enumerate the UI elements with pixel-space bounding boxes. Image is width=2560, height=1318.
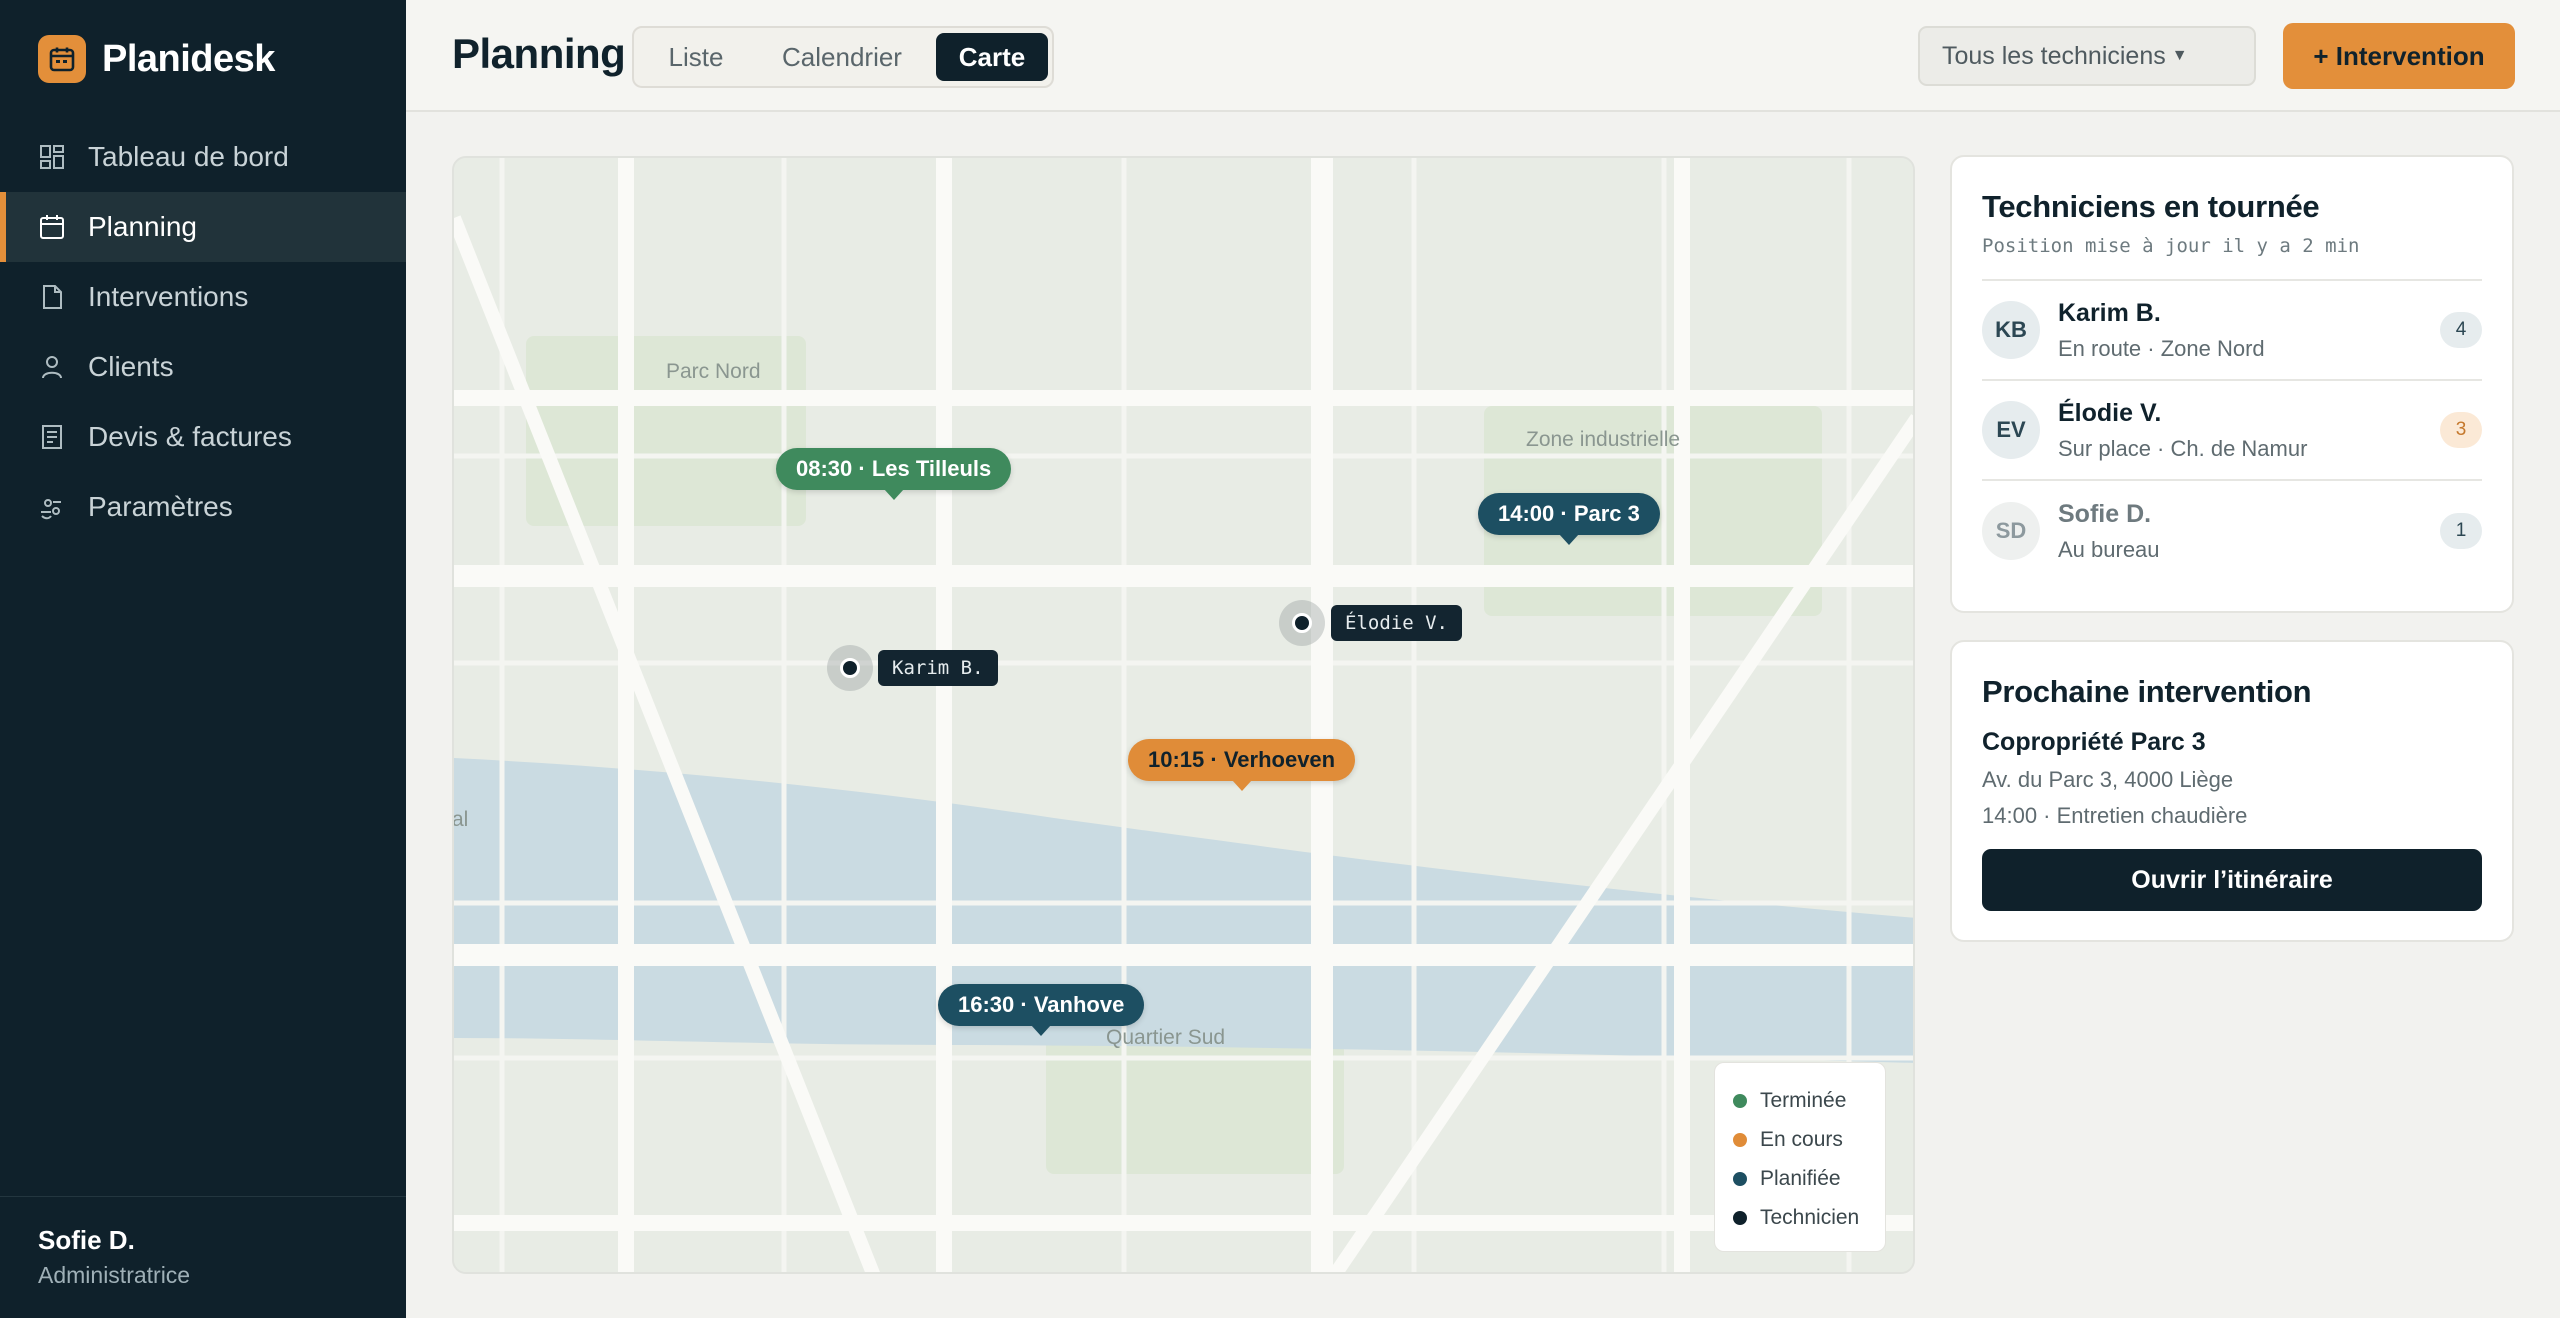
- technician-name: Karim B.: [2058, 298, 2161, 327]
- technician-list: KB Karim B. En route · Zone Nord 4 EV Él…: [1982, 279, 2482, 581]
- technicians-on-tour-card: Techniciens en tournée Position mise à j…: [1950, 155, 2514, 613]
- technician-row-sofie[interactable]: SD Sofie D. Au bureau 1: [1982, 481, 2482, 581]
- page-title: Planning: [452, 30, 626, 77]
- sidebar-item-clients[interactable]: Clients: [0, 332, 406, 402]
- legend-dot: [1733, 1171, 1747, 1186]
- sidebar-item-interventions[interactable]: Interventions: [0, 262, 406, 332]
- intervention-detail: 14:00 · Entretien chaudière: [1982, 803, 2248, 828]
- intervention-pin-vanhove[interactable]: 16:30 · Vanhove: [938, 984, 1145, 1036]
- sidebar-item-dashboard[interactable]: Tableau de bord: [0, 122, 406, 192]
- sidebar-nav: Tableau de bord Planning Interventions C…: [0, 122, 406, 542]
- intervention-count-badge: 3: [2440, 412, 2482, 448]
- technician-marker-karim[interactable]: [827, 645, 873, 691]
- technician-row-elodie[interactable]: EV Élodie V. Sur place · Ch. de Namur 3: [1982, 381, 2482, 481]
- sidebar-item-label: Interventions: [88, 281, 249, 312]
- legend-dot: [1733, 1093, 1747, 1108]
- client-name: Copropriété Parc 3: [1982, 728, 2206, 756]
- avatar: SD: [1982, 502, 2040, 560]
- technician-name: Sofie D.: [2058, 499, 2152, 528]
- intervention-count-badge: 4: [2440, 312, 2482, 348]
- sidebar-item-settings[interactable]: Paramètres: [0, 472, 406, 542]
- user-icon: [38, 353, 66, 381]
- technician-name: Élodie V.: [2058, 398, 2162, 427]
- technician-status: Au bureau: [2058, 536, 2160, 562]
- legend-dot: [1733, 1132, 1747, 1147]
- legend-label: Technicien: [1760, 1205, 1860, 1229]
- legend-label: Planifiée: [1760, 1166, 1841, 1190]
- map-view[interactable]: Parc Nord Zone industrielle Quartier Sud…: [452, 156, 1915, 1274]
- sidebar-item-label: Planning: [88, 211, 197, 242]
- area-label-canal-fragment: al: [452, 808, 469, 831]
- intervention-count-badge: 1: [2440, 513, 2482, 549]
- area-label-parc-nord: Parc Nord: [666, 360, 761, 383]
- legend-label: Terminée: [1760, 1088, 1847, 1112]
- technician-row-karim[interactable]: KB Karim B. En route · Zone Nord 4: [1982, 281, 2482, 381]
- area-label-quartier-sud: Quartier Sud: [1106, 1026, 1226, 1049]
- view-switcher: Liste Calendrier Carte: [632, 26, 1054, 88]
- technician-filter-value: Tous les techniciens: [1942, 41, 2166, 70]
- legend-item-completed: Terminée: [1733, 1081, 1867, 1120]
- avatar: EV: [1982, 401, 2040, 459]
- user-name: Sofie D.: [38, 1225, 135, 1255]
- app-name: Planidesk: [102, 37, 275, 80]
- brand[interactable]: Planidesk: [38, 35, 275, 83]
- legend-label: En cours: [1760, 1127, 1843, 1151]
- dashboard-icon: [38, 143, 66, 171]
- sidebar-item-label: Paramètres: [88, 491, 233, 522]
- intervention-pin-les-tilleuls[interactable]: 08:30 · Les Tilleuls: [776, 448, 1012, 500]
- client-address: Av. du Parc 3, 4000 Liège: [1982, 767, 2234, 792]
- card-title: Prochaine intervention: [1982, 674, 2312, 709]
- technician-dot-icon: [1292, 613, 1312, 633]
- intervention-pin-parc-3[interactable]: 14:00 · Parc 3: [1478, 493, 1660, 545]
- sidebar-item-planning[interactable]: Planning: [0, 192, 406, 262]
- calendar-logo-icon: [38, 35, 86, 83]
- open-route-button[interactable]: Ouvrir l’itinéraire: [1982, 849, 2482, 911]
- technician-dot-icon: [840, 658, 860, 678]
- add-intervention-button[interactable]: + Intervention: [2283, 23, 2515, 89]
- sidebar-item-label: Devis & factures: [88, 421, 292, 452]
- sidebar-item-label: Clients: [88, 351, 174, 382]
- legend-dot: [1733, 1210, 1747, 1225]
- legend-item-planned: Planifiée: [1733, 1159, 1867, 1198]
- view-map-tab[interactable]: Carte: [936, 33, 1048, 81]
- caret-down-icon: ▼: [2171, 47, 2188, 64]
- next-intervention-card: Prochaine intervention Copropriété Parc …: [1950, 640, 2514, 942]
- legend-item-in-progress: En cours: [1733, 1120, 1867, 1159]
- area-label-zone-industrielle: Zone industrielle: [1526, 428, 1681, 451]
- technician-tag-karim[interactable]: Karim B.: [878, 650, 998, 686]
- technician-tag-elodie[interactable]: Élodie V.: [1331, 605, 1462, 641]
- position-updated-text: Position mise à jour il y a 2 min: [1982, 235, 2360, 257]
- sidebar: Planidesk Tableau de bord Planning Inter…: [0, 0, 406, 1318]
- sidebar-item-quotes-invoices[interactable]: Devis & factures: [0, 402, 406, 472]
- current-user[interactable]: Sofie D. Administratrice: [0, 1196, 406, 1318]
- settings-icon: [38, 493, 66, 521]
- technician-filter-select[interactable]: Tous les techniciens ▼: [1918, 26, 2256, 86]
- topbar: Planning Liste Calendrier Carte Tous les…: [406, 0, 2560, 112]
- technician-status: En route · Zone Nord: [2058, 335, 2265, 361]
- technician-marker-elodie[interactable]: [1279, 600, 1325, 646]
- card-title: Techniciens en tournée: [1982, 189, 2320, 224]
- map-background: [454, 158, 1913, 1272]
- document-icon: [38, 283, 66, 311]
- sidebar-item-label: Tableau de bord: [88, 141, 289, 172]
- avatar: KB: [1982, 301, 2040, 359]
- calendar-icon: [38, 213, 66, 241]
- user-role: Administratrice: [38, 1262, 191, 1288]
- view-calendar-tab[interactable]: Calendrier: [754, 33, 930, 81]
- technician-status: Sur place · Ch. de Namur: [2058, 435, 2308, 461]
- map-legend: Terminée En cours Planifiée Technicien: [1714, 1062, 1886, 1252]
- view-list-tab[interactable]: Liste: [638, 33, 754, 81]
- invoice-icon: [38, 423, 66, 451]
- legend-item-technician: Technicien: [1733, 1198, 1867, 1237]
- intervention-pin-verhoeven[interactable]: 10:15 · Verhoeven: [1128, 739, 1356, 791]
